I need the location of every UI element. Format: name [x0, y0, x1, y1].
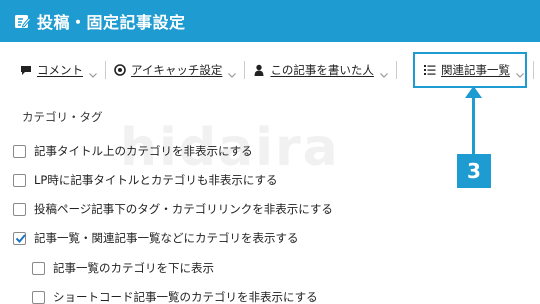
eye-icon — [114, 64, 126, 76]
tab-related-posts-label: 関連記事一覧 — [441, 63, 510, 77]
chevron-down-icon — [89, 67, 97, 78]
user-icon — [253, 64, 265, 76]
chevron-down-icon — [228, 67, 237, 78]
option-label: LP時に記事タイトルとカテゴリも非表示にする — [34, 173, 278, 187]
checkbox[interactable] — [13, 144, 26, 158]
step-number-badge: 3 — [457, 154, 491, 188]
settings-header: 投稿・固定記事設定 — [0, 0, 540, 42]
tab-eyecatch[interactable]: アイキャッチ設定 — [114, 52, 237, 88]
option-show-category-in-lists[interactable]: 記事一覧・関連記事一覧などにカテゴリを表示する — [13, 230, 299, 246]
chevron-down-icon — [380, 67, 388, 78]
edit-icon — [14, 13, 32, 30]
option-label: ショートコード記事一覧のカテゴリを非表示にする — [53, 290, 318, 304]
option-label: 記事一覧・関連記事一覧などにカテゴリを表示する — [34, 231, 299, 245]
option-hide-shortcode-category[interactable]: ショートコード記事一覧のカテゴリを非表示にする — [32, 289, 318, 304]
callout-arrow — [472, 94, 475, 154]
chevron-down-icon — [516, 67, 524, 78]
option-label: 投稿ページ記事下のタグ・カテゴリリンクを非表示にする — [34, 202, 333, 216]
checkbox[interactable] — [32, 261, 45, 275]
page-title: 投稿・固定記事設定 — [37, 13, 186, 32]
option-label: 記事一覧のカテゴリを下に表示 — [53, 261, 214, 275]
section-heading: カテゴリ・タグ — [22, 110, 103, 124]
tab-comment-label: コメント — [37, 63, 83, 77]
tab-divider — [105, 61, 106, 79]
option-label: 記事タイトル上のカテゴリを非表示にする — [34, 144, 253, 158]
tab-divider — [533, 61, 534, 79]
tab-divider — [244, 61, 246, 79]
tab-divider — [395, 61, 397, 79]
tab-comment[interactable]: コメント — [0, 52, 97, 88]
settings-tabbar: コメント アイキャッチ設定 この記事を書いた人 関連記事一覧 — [0, 52, 540, 88]
tab-related-posts[interactable]: 関連記事一覧 — [413, 52, 527, 88]
checkmark-icon — [15, 233, 26, 243]
option-hide-category-above-title[interactable]: 記事タイトル上のカテゴリを非表示にする — [13, 143, 253, 159]
tab-author[interactable]: この記事を書いた人 — [253, 52, 388, 88]
comment-icon — [20, 64, 32, 76]
tab-author-label: この記事を書いた人 — [270, 63, 374, 77]
option-category-below[interactable]: 記事一覧のカテゴリを下に表示 — [32, 260, 214, 276]
list-icon — [424, 64, 436, 76]
tab-eyecatch-label: アイキャッチ設定 — [131, 63, 223, 77]
option-hide-tag-category-links[interactable]: 投稿ページ記事下のタグ・カテゴリリンクを非表示にする — [13, 201, 333, 217]
option-hide-title-category-lp[interactable]: LP時に記事タイトルとカテゴリも非表示にする — [13, 172, 277, 188]
arrow-up-icon — [465, 86, 482, 98]
checkbox-checked[interactable] — [13, 231, 26, 245]
checkbox[interactable] — [13, 173, 26, 187]
checkbox[interactable] — [13, 202, 26, 216]
checkbox[interactable] — [32, 290, 45, 304]
